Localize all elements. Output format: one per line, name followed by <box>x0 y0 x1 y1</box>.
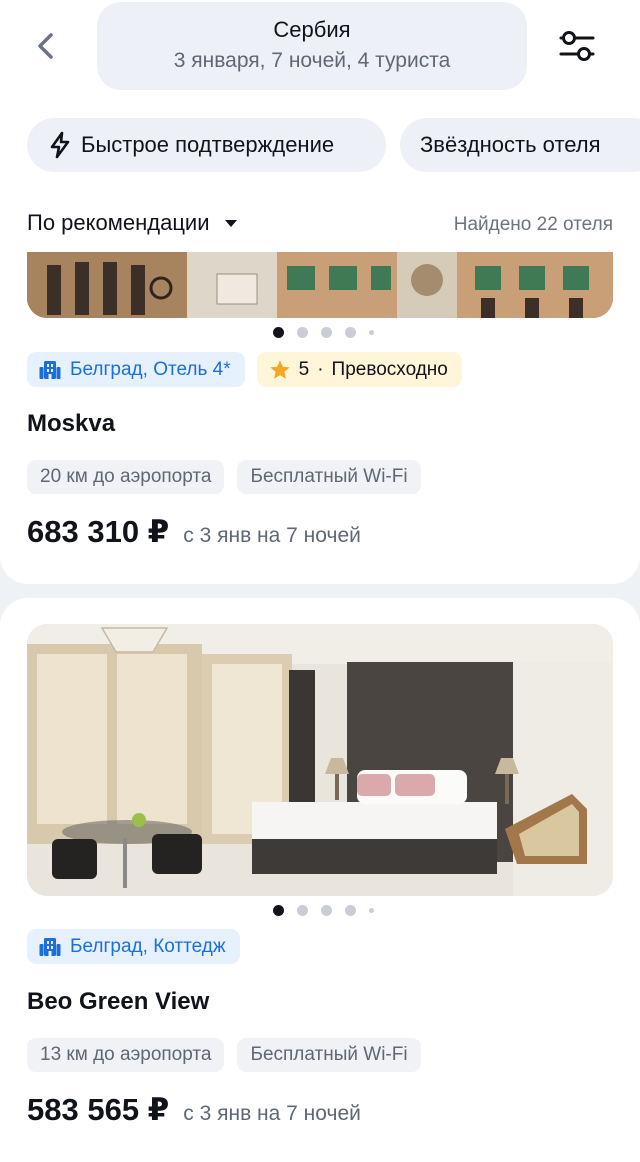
star-icon <box>270 359 290 379</box>
search-header: Сербия 3 января, 7 ночей, 4 туриста Быст… <box>0 0 640 252</box>
pager-dot <box>320 905 332 916</box>
location-text: Белград, Коттедж <box>70 935 226 957</box>
results-count: Найдено 22 отеля <box>453 214 613 235</box>
caret-down-icon <box>224 219 237 227</box>
lightning-icon <box>50 131 70 159</box>
destination-title: Сербия <box>273 17 351 42</box>
photo-pager[interactable] <box>0 327 640 338</box>
building-icon <box>39 937 61 956</box>
hotel-stars-chip[interactable]: Звёздность отеля <box>400 118 640 172</box>
feature-badge: Бесплатный Wi-Fi <box>237 1038 421 1072</box>
sort-dropdown[interactable]: По рекомендации <box>27 210 238 236</box>
price-row: 583 565 ₽ с 3 янв на 7 ночей <box>27 1092 361 1128</box>
pager-dot <box>368 908 374 913</box>
hotel-stars-label: Звёздность отеля <box>420 132 601 157</box>
price-row: 683 310 ₽ с 3 янв на 7 ночей <box>27 514 361 550</box>
hotel-photo[interactable] <box>27 624 613 896</box>
pager-dot <box>296 327 308 338</box>
location-badge: Белград, Коттедж <box>27 929 240 964</box>
sort-label: По рекомендации <box>27 210 210 235</box>
price-note: с 3 янв на 7 ночей <box>183 1102 361 1125</box>
chevron-left-icon <box>38 33 53 59</box>
sliders-icon <box>559 31 595 61</box>
hotel-price: 683 310 ₽ <box>27 514 170 549</box>
pager-dot <box>296 905 308 916</box>
rating-score: 5 <box>298 358 310 380</box>
search-summary[interactable]: Сербия 3 января, 7 ночей, 4 туриста <box>97 2 527 90</box>
trip-details: 3 января, 7 ночей, 4 туриста <box>173 49 451 72</box>
pager-dot <box>320 327 332 338</box>
fast-confirmation-chip[interactable]: Быстрое подтверждение <box>27 118 386 172</box>
pager-dot <box>272 905 284 916</box>
location-text: Белград, Отель 4* <box>70 358 231 380</box>
hotel-room-image <box>27 624 613 896</box>
feature-badge: 13 км до аэропорта <box>27 1038 225 1072</box>
hotel-tags: Белград, Отель 4* 5 · Превосходно <box>27 352 462 387</box>
pager-dot <box>368 330 374 335</box>
pager-dot <box>344 905 356 916</box>
hotel-price: 583 565 ₽ <box>27 1092 170 1127</box>
back-button[interactable] <box>24 20 68 72</box>
fast-confirmation-label: Быстрое подтверждение <box>81 132 335 157</box>
filters-button[interactable] <box>552 22 602 70</box>
feature-badge: 20 км до аэропорта <box>27 460 225 494</box>
hotel-tags: Белград, Коттедж <box>27 929 240 964</box>
rating-badge: 5 · Превосходно <box>256 352 462 387</box>
hotel-features: 13 км до аэропорта Бесплатный Wi-Fi <box>27 1038 421 1072</box>
hotel-name[interactable]: Moskva <box>27 410 115 438</box>
building-icon <box>39 360 61 379</box>
photo-pager[interactable] <box>0 905 640 916</box>
pager-dot <box>272 327 284 338</box>
pager-dot <box>344 327 356 338</box>
price-note: с 3 янв на 7 ночей <box>183 524 361 547</box>
filter-chips: Быстрое подтверждение Звёздность отеля <box>27 118 640 172</box>
hotel-name[interactable]: Beo Green View <box>27 988 209 1016</box>
sort-row: По рекомендации Найдено 22 отеля <box>27 210 613 244</box>
location-badge: Белград, Отель 4* <box>27 352 245 387</box>
hotel-card[interactable]: Белград, Коттедж Beo Green View 13 км до… <box>0 598 640 1162</box>
rating-text: Превосходно <box>331 358 448 380</box>
feature-badge: Бесплатный Wi-Fi <box>237 460 421 494</box>
hotel-features: 20 км до аэропорта Бесплатный Wi-Fi <box>27 460 421 494</box>
